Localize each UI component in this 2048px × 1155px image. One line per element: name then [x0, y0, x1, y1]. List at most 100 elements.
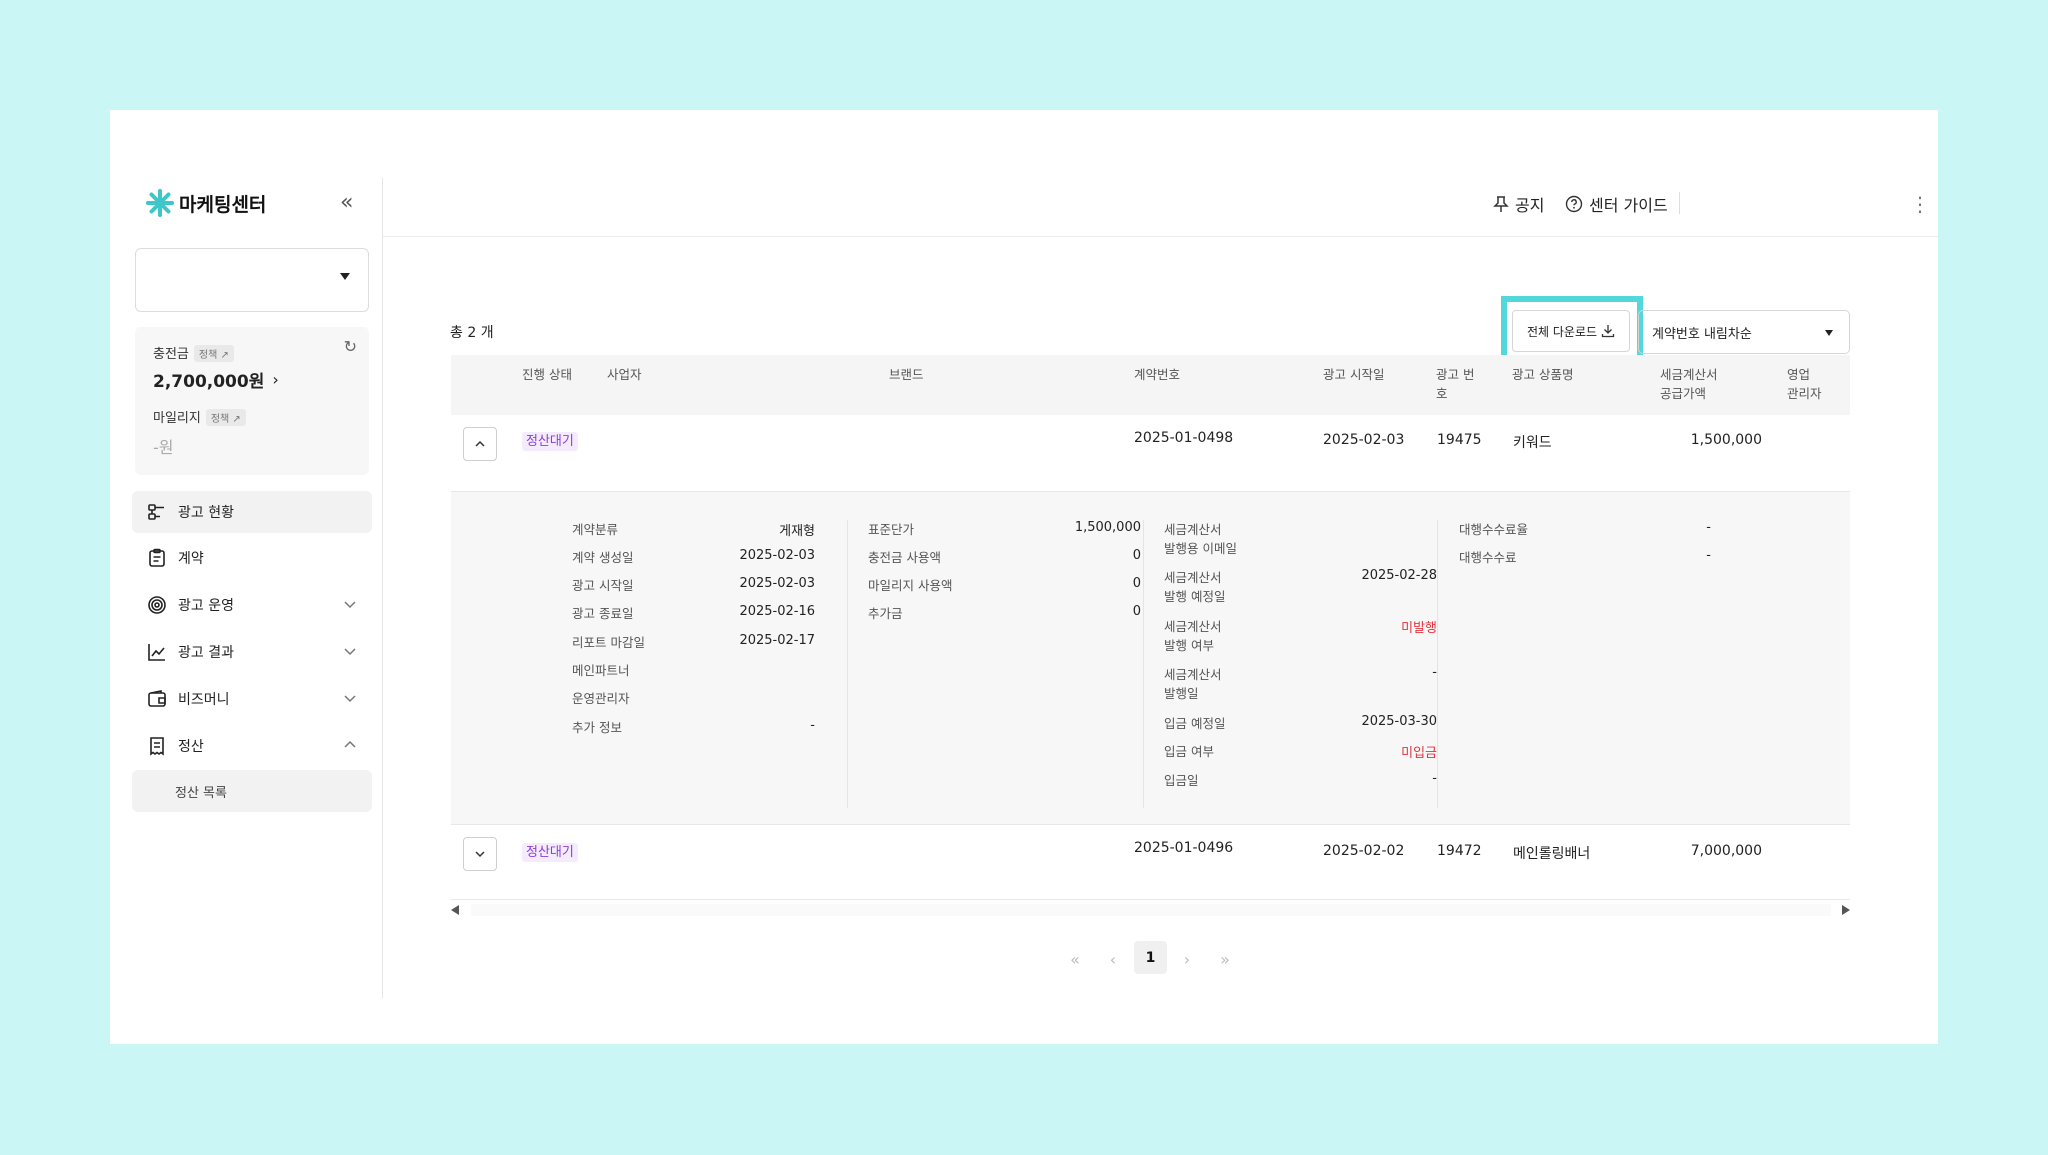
charge-policy-link[interactable]: 정책 ↗	[193, 345, 234, 362]
last-page-button[interactable]: »	[1212, 942, 1238, 976]
col-product: 광고 상품명	[1512, 367, 1574, 382]
col-brand: 브랜드	[889, 367, 924, 382]
download-all-button[interactable]: 전체 다운로드	[1512, 310, 1630, 352]
charge-amount: 2,700,000원	[153, 372, 265, 392]
sidebar-item-contract[interactable]: 계약	[132, 537, 372, 579]
prev-page-button[interactable]: ‹	[1100, 942, 1126, 976]
download-all-label: 전체 다운로드	[1526, 324, 1598, 339]
sidebar-item-settlement[interactable]: 정산	[132, 725, 372, 767]
row-detail-panel: 계약분류 게재형 계약 생성일 2025-02-03 광고 시작일 2025-0…	[451, 491, 1850, 825]
ad-no: 19472	[1437, 843, 1482, 859]
chevron-down-icon	[475, 851, 485, 858]
header-divider	[383, 236, 1938, 237]
notice-label: 공지	[1515, 196, 1545, 215]
product-name: 메인롤링배너	[1513, 846, 1591, 862]
page-button-current[interactable]: 1	[1134, 941, 1167, 974]
col-business: 사업자	[607, 367, 642, 382]
total-count: 총 2 개	[450, 325, 494, 341]
receipt-icon	[146, 735, 168, 757]
account-select[interactable]	[135, 248, 369, 312]
col-ad-no: 광고 번 호	[1436, 367, 1475, 401]
detail-label: 마일리지 사용액	[868, 578, 953, 593]
more-options-icon[interactable]: ⋮	[1910, 192, 1930, 216]
detail-value: -	[1706, 548, 1711, 563]
detail-value: 0	[1132, 604, 1141, 619]
header-separator	[1679, 192, 1680, 214]
refresh-icon[interactable]: ↻	[344, 337, 357, 356]
collapse-row-button[interactable]	[463, 427, 497, 461]
caret-down-icon	[340, 273, 350, 280]
detail-label: 대행수수료	[1459, 550, 1517, 565]
pin-icon	[1493, 196, 1509, 212]
product-name: 키워드	[1513, 435, 1552, 451]
detail-label: 리포트 마감일	[572, 635, 645, 650]
scroll-left-icon[interactable]	[451, 905, 459, 915]
supply-amount: 1,500,000	[1690, 432, 1762, 448]
detail-value: 2025-03-30	[1361, 714, 1437, 729]
detail-label: 충전금 사용액	[868, 550, 941, 565]
sidebar-item-ad-status[interactable]: 광고 현황	[132, 491, 372, 533]
collapse-sidebar-icon[interactable]: «	[340, 190, 353, 215]
sidebar-subitem-settlement-list[interactable]: 정산 목록	[132, 770, 372, 812]
detail-label: 대행수수료율	[1459, 522, 1529, 537]
col-ad-start: 광고 시작일	[1323, 367, 1385, 382]
detail-value: -	[810, 718, 815, 733]
first-page-button[interactable]: «	[1062, 942, 1088, 976]
line-chart-icon	[146, 641, 168, 663]
detail-label: 세금계산서 발행 여부	[1164, 619, 1222, 653]
detail-divider	[1437, 520, 1438, 808]
sidebar-divider	[382, 178, 383, 998]
scroll-right-icon[interactable]	[1842, 905, 1850, 915]
detail-label: 계약 생성일	[572, 550, 634, 565]
detail-label: 입금 예정일	[1164, 716, 1226, 731]
sort-select[interactable]: 계약번호 내림차순	[1638, 310, 1850, 354]
detail-value: 2025-02-16	[739, 604, 815, 619]
target-icon	[146, 594, 168, 616]
sidebar-item-ad-result[interactable]: 광고 결과	[132, 631, 372, 673]
detail-label: 추가금	[868, 606, 903, 621]
sidebar-item-label: 광고 현황	[178, 505, 234, 521]
app-title: 마케팅센터	[179, 193, 267, 216]
table-header: 진행 상태 사업자 브랜드 계약번호 광고 시작일 광고 번 호 광고 상품명 …	[451, 355, 1850, 415]
detail-label: 표준단가	[868, 522, 915, 537]
status-badge: 정산대기	[522, 432, 578, 451]
mileage-policy-link[interactable]: 정책 ↗	[205, 409, 246, 426]
chevron-up-icon	[475, 440, 485, 447]
ad-no: 19475	[1437, 432, 1482, 448]
detail-label: 메인파트너	[572, 663, 630, 678]
ad-start-date: 2025-02-03	[1323, 432, 1405, 448]
detail-value: -	[1432, 665, 1437, 680]
detail-label: 세금계산서 발행용 이메일	[1164, 522, 1237, 556]
detail-value: 2025-02-17	[739, 633, 815, 648]
charge-amount-link[interactable]: 2,700,000원 ›	[153, 367, 279, 392]
chevron-down-icon	[344, 648, 356, 656]
horizontal-scrollbar[interactable]	[451, 900, 1850, 920]
center-guide-label: 센터 가이드	[1589, 196, 1668, 215]
app-logo[interactable]: 마케팅센터	[145, 188, 266, 218]
chevron-right-icon: ›	[272, 370, 279, 389]
contract-no: 2025-01-0496	[1134, 840, 1234, 856]
detail-value: 2025-02-28	[1361, 568, 1437, 583]
next-page-button[interactable]: ›	[1174, 942, 1200, 976]
detail-value: -	[1432, 771, 1437, 786]
detail-value: 게재형	[779, 524, 815, 539]
sidebar-item-ad-operation[interactable]: 광고 운영	[132, 584, 372, 626]
detail-label: 세금계산서 발행일	[1164, 667, 1222, 701]
ad-start-date: 2025-02-02	[1323, 843, 1405, 859]
detail-label: 광고 시작일	[572, 578, 634, 593]
notice-link[interactable]: 공지	[1493, 192, 1544, 216]
sidebar-item-bizmoney[interactable]: 비즈머니	[132, 678, 372, 720]
col-tax-supply: 세금계산서 공급가액	[1660, 367, 1718, 401]
center-guide-link[interactable]: 센터 가이드	[1565, 192, 1668, 216]
clipboard-icon	[146, 547, 168, 569]
chevron-down-icon	[344, 695, 356, 703]
mileage-amount: -원	[153, 438, 174, 457]
scroll-track[interactable]	[471, 904, 1831, 916]
chevron-down-icon	[344, 601, 356, 609]
col-contract-no: 계약번호	[1134, 367, 1181, 382]
balance-card: 충전금 정책 ↗ ↻ 2,700,000원 › 마일리지 정책 ↗ -원	[135, 327, 369, 475]
expand-row-button[interactable]	[463, 837, 497, 871]
detail-label: 계약분류	[572, 522, 619, 537]
detail-label: 입금일	[1164, 773, 1199, 788]
detail-label: 세금계산서 발행 예정일	[1164, 570, 1226, 604]
